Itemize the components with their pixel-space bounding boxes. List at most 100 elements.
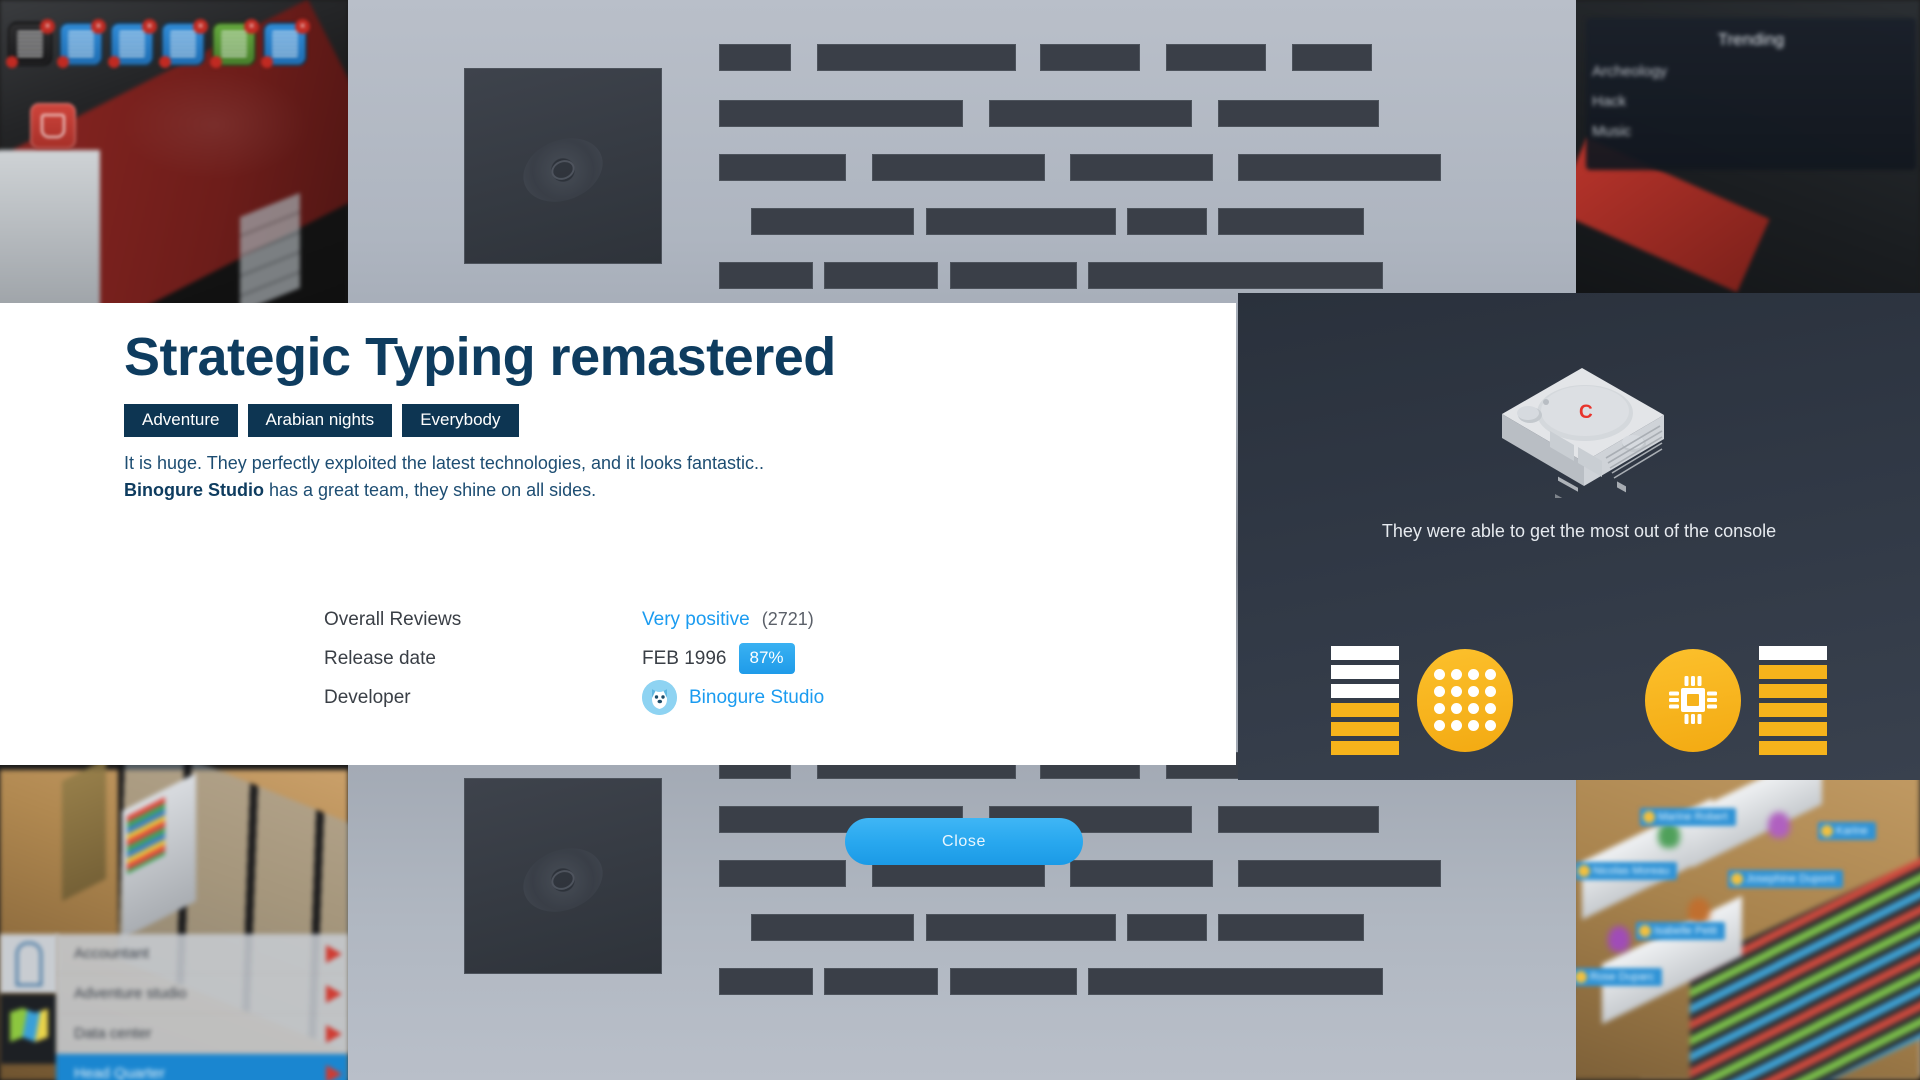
delete-tool-button[interactable] [30, 103, 76, 149]
score-badge: 87% [738, 643, 795, 674]
tag-row: Adventure Arabian nights Everybody [124, 404, 519, 437]
stats-table: Overall Reviews Very positive (2721) Rel… [324, 600, 824, 717]
meter-bar [1331, 702, 1399, 717]
toolbar-button-shelf[interactable]: × [261, 19, 310, 68]
toolbar-button-chart[interactable]: × [57, 19, 106, 68]
close-button[interactable]: Close [845, 818, 1083, 865]
marker-icon [326, 1024, 342, 1043]
stat-row-release-date: Release date FEB 1996 87% [324, 639, 824, 678]
shelf-icon [272, 31, 298, 57]
marker-icon [326, 944, 342, 963]
stat-row-developer: Developer Binogure Studio [324, 678, 824, 717]
list-item-label: Data center [74, 1025, 152, 1042]
toolbar-button-desk[interactable]: × [108, 19, 157, 68]
review-line-1: It is huge. They perfectly exploited the… [124, 453, 765, 473]
character-nametag: Rose Duparc [1572, 968, 1663, 986]
trending-item[interactable]: Archeology [1592, 63, 1916, 80]
map-icon-tile[interactable] [0, 994, 58, 1064]
stat-value: Binogure Studio [642, 680, 824, 715]
close-icon[interactable]: × [40, 19, 55, 34]
meter-bar [1331, 740, 1399, 755]
meter-bar [1759, 740, 1827, 755]
list-item[interactable]: Adventure studio [56, 974, 348, 1014]
count-badge [108, 56, 120, 68]
meter-bar [1331, 664, 1399, 679]
close-icon[interactable]: × [193, 19, 208, 34]
map-icon [10, 1008, 48, 1042]
list-item[interactable]: Accountant [56, 934, 348, 974]
character-nametag: Karine [1818, 822, 1876, 840]
rating-meters [1238, 636, 1920, 764]
trending-panel: Trending Archeology Hack Music [1586, 18, 1916, 170]
decor-glow [120, 70, 310, 180]
trending-item[interactable]: Hack [1592, 93, 1916, 110]
character-nametag: Josephine Dupont [1728, 870, 1843, 888]
trending-item[interactable]: Music [1592, 123, 1916, 140]
list-item[interactable]: Data center [56, 1014, 348, 1054]
studio-name: Binogure Studio [124, 480, 264, 501]
dot-grid [1434, 669, 1496, 731]
toolbar-button-server[interactable]: × [159, 19, 208, 68]
meter-bars-left [1331, 645, 1399, 755]
release-date-value: FEB 1996 [642, 647, 727, 669]
skeleton-cover-art [464, 68, 662, 264]
close-icon[interactable]: × [244, 19, 259, 34]
disc-icon [513, 126, 613, 214]
meter-bar [1759, 702, 1827, 717]
console-info-panel: C They were able to get the most out of … [1238, 293, 1920, 780]
office-tower-icon [16, 942, 42, 986]
meter-bar [1759, 645, 1827, 660]
reviews-count: (2721) [761, 609, 814, 629]
console-illustration: C [1238, 313, 1920, 503]
list-item-selected[interactable]: Head Quarter [56, 1054, 348, 1080]
count-badge [159, 56, 171, 68]
close-icon[interactable]: × [295, 19, 310, 34]
decor-character [1768, 812, 1790, 838]
stat-label: Developer [324, 686, 411, 708]
stat-label: Release date [324, 647, 436, 669]
tag-audience[interactable]: Everybody [402, 404, 519, 437]
close-icon[interactable]: × [91, 19, 106, 34]
plant-icon [221, 31, 247, 57]
tag-theme[interactable]: Arabian nights [247, 404, 393, 437]
stat-row-reviews: Overall Reviews Very positive (2721) [324, 600, 824, 639]
tag-genre[interactable]: Adventure [124, 404, 238, 437]
toolbar-button-plant[interactable]: × [210, 19, 259, 68]
meter-bar [1759, 664, 1827, 679]
decor-wall [0, 150, 100, 310]
meter-cpu [1645, 645, 1827, 755]
building-icon-tile[interactable] [0, 934, 58, 994]
game-toolbar[interactable]: × × × × × × [6, 19, 310, 68]
count-badge [57, 56, 69, 68]
count-badge [261, 56, 273, 68]
decor-character [1688, 898, 1710, 924]
decor-door [62, 758, 106, 902]
count-badge [210, 56, 222, 68]
server-icon [170, 31, 196, 57]
meter-bar [1331, 683, 1399, 698]
meter-bar [1331, 645, 1399, 660]
toolbar-button-camera[interactable]: × [6, 19, 55, 68]
decor-character [1608, 926, 1630, 952]
review-line-2-text: has a great team, they shine on all side… [263, 480, 597, 501]
trend-up-icon [68, 31, 94, 57]
close-icon[interactable]: × [142, 19, 157, 34]
building-list[interactable]: Accountant Adventure studio Data center … [56, 934, 348, 1080]
developer-name-link[interactable]: Binogure Studio [689, 687, 824, 709]
console-logo: C [1579, 402, 1593, 423]
count-badge [6, 56, 18, 68]
skeleton-cover-art [464, 778, 662, 974]
character-nametag: Isabelle Petit [1636, 922, 1725, 940]
stat-value: FEB 1996 87% [642, 643, 795, 674]
review-description: It is huge. They perfectly exploited the… [124, 450, 1024, 505]
reviews-sentiment[interactable]: Very positive [642, 609, 750, 631]
list-item-label: Accountant [74, 945, 150, 962]
review-line-2: Binogure Studio has a great team, they s… [124, 477, 1024, 504]
trash-icon [41, 114, 65, 138]
trending-title: Trending [1717, 30, 1785, 49]
retro-console-icon: C [1502, 368, 1664, 498]
meter-bars-right [1759, 645, 1827, 755]
meter-bar [1759, 683, 1827, 698]
meter-bar [1331, 721, 1399, 736]
stat-value: Very positive (2721) [642, 609, 814, 631]
